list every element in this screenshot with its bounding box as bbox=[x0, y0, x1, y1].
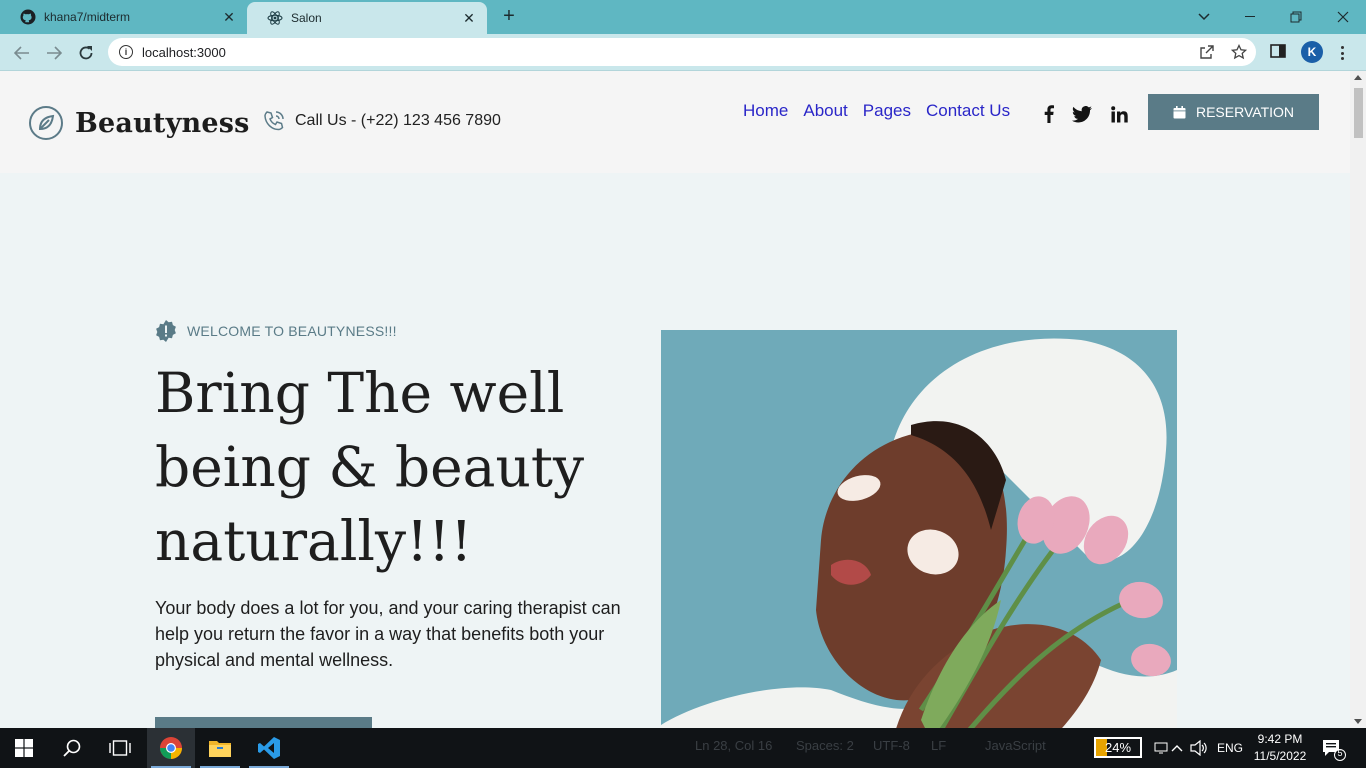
site-info-icon[interactable]: i bbox=[119, 45, 133, 59]
vscode-icon[interactable] bbox=[245, 728, 293, 768]
site-logo[interactable]: Beautyness bbox=[29, 106, 250, 140]
main-nav: Home About Pages Contact Us bbox=[743, 101, 1025, 121]
nav-link-home[interactable]: Home bbox=[743, 101, 788, 121]
task-view-icon[interactable] bbox=[96, 728, 144, 768]
tab-title: Salon bbox=[291, 11, 322, 25]
calendar-icon bbox=[1173, 105, 1186, 119]
restore-window-button[interactable] bbox=[1273, 0, 1319, 34]
clock-date: 11/5/2022 bbox=[1253, 749, 1307, 763]
welcome-text: WELCOME TO BEAUTYNESS!!! bbox=[187, 323, 397, 339]
hero-cta-button[interactable] bbox=[155, 717, 372, 728]
url-text: localhost:3000 bbox=[142, 44, 226, 60]
site-header: Beautyness Call Us - (+22) 123 456 7890 … bbox=[0, 71, 1350, 173]
back-button[interactable] bbox=[9, 40, 35, 66]
bookmark-star-icon[interactable] bbox=[1230, 43, 1248, 61]
profile-avatar[interactable]: K bbox=[1301, 41, 1323, 63]
notification-count: 5 bbox=[1337, 748, 1343, 758]
facebook-icon[interactable] bbox=[1038, 104, 1060, 124]
language-indicator[interactable]: ENG bbox=[1214, 728, 1246, 768]
page-viewport: Beautyness Call Us - (+22) 123 456 7890 … bbox=[0, 71, 1350, 728]
browser-toolbar: i localhost:3000 bbox=[0, 34, 1366, 71]
share-icon[interactable] bbox=[1198, 43, 1216, 61]
ghost-status-spaces: Spaces: 2 bbox=[796, 738, 854, 753]
browser-tab-salon[interactable]: Salon ✕ bbox=[247, 2, 487, 34]
search-icon[interactable] bbox=[48, 728, 96, 768]
welcome-tagline: WELCOME TO BEAUTYNESS!!! bbox=[155, 320, 397, 342]
ghost-status-line-col: Ln 28, Col 16 bbox=[695, 738, 773, 753]
close-window-button[interactable] bbox=[1320, 0, 1366, 34]
close-tab-icon[interactable]: ✕ bbox=[221, 9, 237, 25]
ghost-status-encoding: UTF-8 bbox=[873, 738, 910, 753]
address-bar[interactable]: i localhost:3000 bbox=[108, 38, 1256, 66]
windows-start-icon[interactable] bbox=[0, 728, 48, 768]
leaf-logo-icon bbox=[29, 106, 63, 140]
chevron-up-icon[interactable] bbox=[1168, 728, 1186, 768]
battery-indicator[interactable]: 24% bbox=[1094, 737, 1142, 758]
hero-description: Your body does a lot for you, and your c… bbox=[155, 598, 621, 670]
hero-title: Bring The well being & beauty naturally!… bbox=[155, 361, 585, 573]
call-us-text: Call Us - (+22) 123 456 7890 bbox=[295, 112, 501, 129]
scrollbar-thumb[interactable] bbox=[1354, 88, 1363, 138]
browser-tab-bar: khana7/midterm ✕ Salon ✕ + bbox=[0, 0, 1366, 34]
github-icon bbox=[20, 9, 36, 25]
linkedin-icon[interactable] bbox=[1108, 104, 1130, 124]
scroll-down-icon[interactable] bbox=[1354, 719, 1362, 724]
phone-icon bbox=[262, 109, 286, 133]
nav-link-pages[interactable]: Pages bbox=[863, 101, 911, 121]
browser-menu-icon[interactable] bbox=[1334, 44, 1350, 62]
windows-taskbar: Ln 28, Col 16 Spaces: 2 UTF-8 LF JavaScr… bbox=[0, 728, 1366, 768]
notification-center-icon[interactable]: 5 bbox=[1320, 736, 1346, 762]
reservation-label: RESERVATION bbox=[1195, 104, 1295, 120]
scroll-up-icon[interactable] bbox=[1354, 75, 1362, 80]
chrome-icon[interactable] bbox=[147, 728, 195, 768]
new-tab-button[interactable]: + bbox=[498, 6, 520, 28]
side-panel-icon[interactable] bbox=[1270, 44, 1288, 60]
system-clock[interactable]: 9:42 PM 11/5/2022 bbox=[1250, 731, 1310, 765]
ghost-status-eol: LF bbox=[931, 738, 947, 753]
ghost-status-language: JavaScript bbox=[985, 738, 1046, 753]
clock-time: 9:42 PM bbox=[1257, 732, 1303, 746]
file-explorer-icon[interactable] bbox=[196, 728, 244, 768]
forward-button[interactable] bbox=[41, 40, 67, 66]
tab-search-chevron-icon[interactable] bbox=[1181, 0, 1227, 34]
reload-button[interactable] bbox=[73, 40, 99, 66]
browser-tab-github[interactable]: khana7/midterm ✕ bbox=[0, 0, 247, 34]
nav-link-about[interactable]: About bbox=[803, 101, 847, 121]
badge-alert-icon bbox=[155, 320, 177, 342]
tab-title: khana7/midterm bbox=[44, 10, 131, 24]
nav-link-contact[interactable]: Contact Us bbox=[926, 101, 1010, 121]
minimize-window-button[interactable] bbox=[1227, 0, 1273, 34]
twitter-icon[interactable] bbox=[1071, 104, 1093, 124]
reservation-button[interactable]: RESERVATION bbox=[1148, 94, 1319, 130]
close-tab-icon[interactable]: ✕ bbox=[461, 10, 477, 26]
call-us[interactable]: Call Us - (+22) 123 456 7890 bbox=[262, 109, 501, 133]
logo-text: Beautyness bbox=[75, 107, 250, 139]
battery-percent: 24% bbox=[1104, 740, 1132, 755]
hero-image bbox=[661, 330, 1177, 728]
volume-icon[interactable] bbox=[1188, 728, 1210, 768]
react-icon bbox=[267, 10, 283, 26]
page-scrollbar[interactable] bbox=[1350, 71, 1366, 728]
